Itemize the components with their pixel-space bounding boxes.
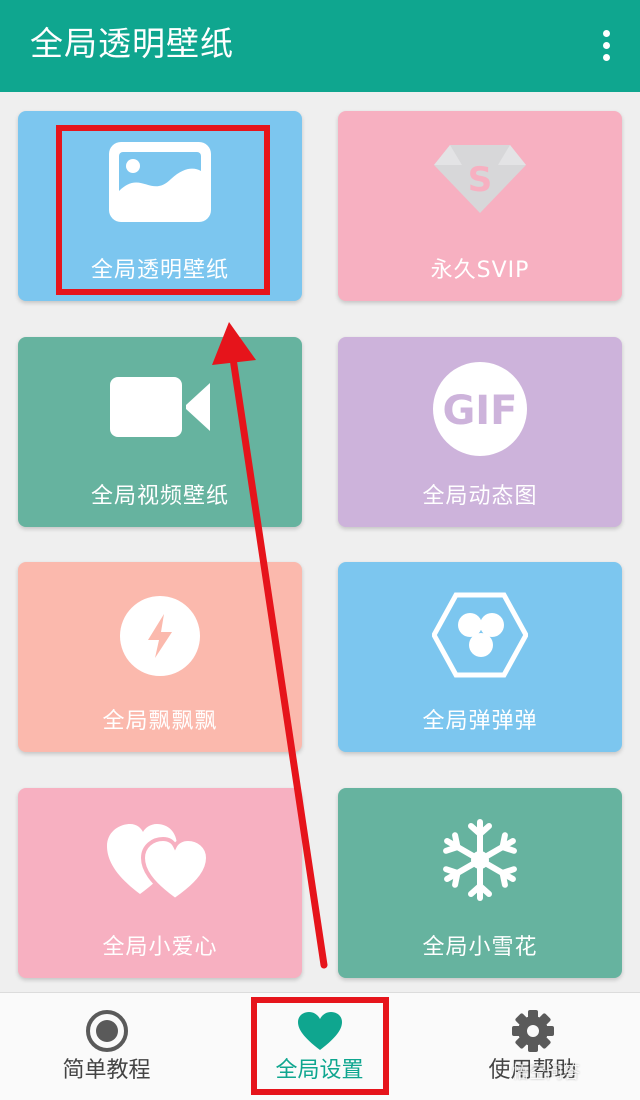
card-label: 全局飘飘飘 <box>102 709 218 734</box>
card-label: 全局弹弹弹 <box>422 709 538 734</box>
nav-tutorial[interactable]: 简单教程 <box>0 993 213 1100</box>
card-label: 永久SVIP <box>430 258 530 283</box>
lightning-icon <box>118 594 202 682</box>
card-label: 全局小雪花 <box>422 935 538 960</box>
card-bounce[interactable]: 全局弹弹弹 <box>338 562 622 752</box>
image-icon <box>106 139 214 229</box>
svip-diamond-icon: S <box>432 141 528 221</box>
bottom-navigation: 简单教程 全局设置 使用帮助 <box>0 992 640 1100</box>
svip-badge-letter: S <box>468 160 493 200</box>
nav-global-settings[interactable]: 全局设置 <box>213 993 426 1100</box>
app-bar: 全局透明壁纸 <box>0 0 640 92</box>
card-permanent-svip[interactable]: S 永久SVIP <box>338 111 622 301</box>
nav-help[interactable]: 使用帮助 <box>426 993 639 1100</box>
heart-icon <box>297 1011 343 1055</box>
nav-label: 全局设置 <box>275 1058 364 1083</box>
more-vert-icon[interactable] <box>596 26 616 66</box>
nav-label: 简单教程 <box>62 1058 151 1083</box>
card-label: 全局小爱心 <box>102 935 218 960</box>
card-label: 全局视频壁纸 <box>90 484 229 509</box>
gear-icon <box>511 1009 555 1057</box>
card-gif[interactable]: GIF 全局动态图 <box>338 337 622 527</box>
double-heart-icon <box>105 822 215 906</box>
gif-icon: GIF <box>432 361 528 461</box>
card-transparent-wallpaper[interactable]: 全局透明壁纸 <box>18 111 302 301</box>
card-snowflake[interactable]: 全局小雪花 <box>338 788 622 978</box>
card-float[interactable]: 全局飘飘飘 <box>18 562 302 752</box>
watermark: 悟空问答 <box>512 1063 580 1083</box>
hexagon-balls-icon <box>431 592 529 682</box>
app-title: 全局透明壁纸 <box>30 24 234 63</box>
radio-record-icon <box>85 1009 129 1057</box>
card-little-heart[interactable]: 全局小爱心 <box>18 788 302 978</box>
svg-text:GIF: GIF <box>442 388 517 434</box>
card-video-wallpaper[interactable]: 全局视频壁纸 <box>18 337 302 527</box>
card-label: 全局动态图 <box>422 484 538 509</box>
video-camera-icon <box>108 375 212 443</box>
card-label: 全局透明壁纸 <box>90 258 229 283</box>
snowflake-icon <box>438 818 522 906</box>
